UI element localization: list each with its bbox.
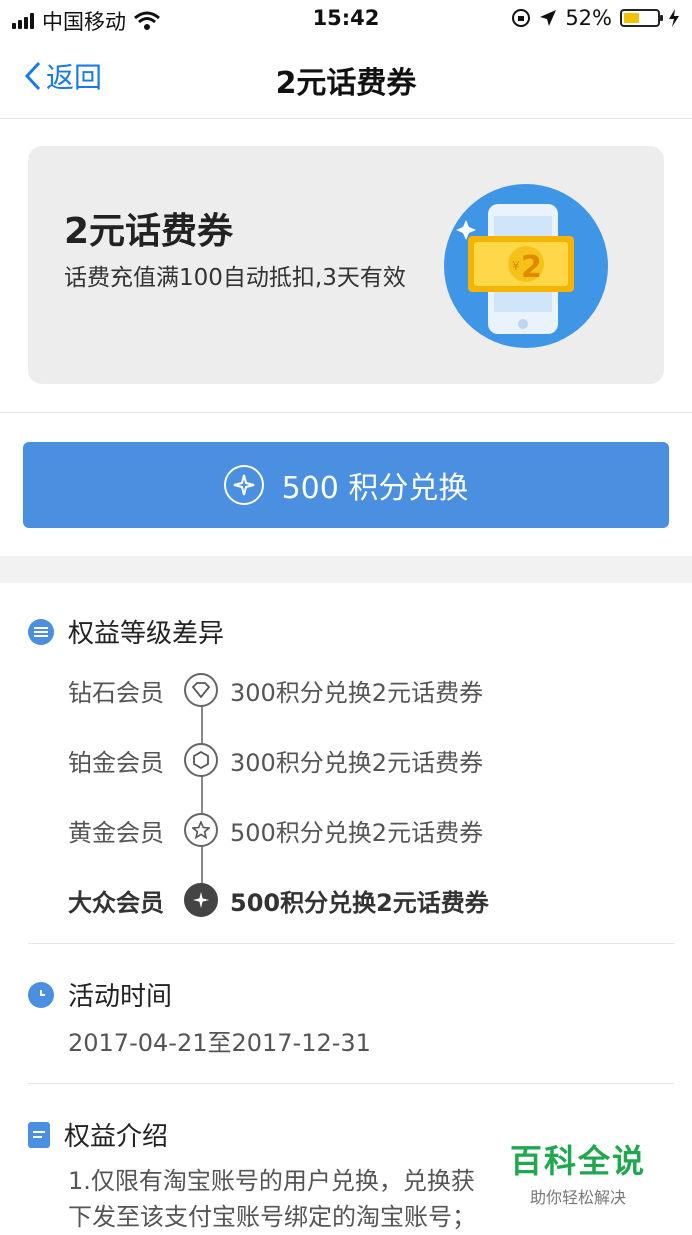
tier-benefit: 300积分兑换2元话费券 xyxy=(230,678,484,707)
tier-name: 钻石会员 xyxy=(68,678,164,707)
battery-icon xyxy=(620,9,663,27)
coupon-title: 2元话费券 xyxy=(64,211,234,252)
hexagon-icon xyxy=(184,743,218,777)
tier-row-gold: 黄金会员 500积分兑换2元话费券 xyxy=(68,800,628,860)
status-bar: 中国移动 15:42 52% xyxy=(0,0,692,38)
status-right: 52% xyxy=(511,6,680,30)
tier-benefit: 500积分兑换2元话费券 xyxy=(230,818,484,847)
tier-name: 大众会员 xyxy=(68,888,164,917)
tiers-header: 权益等级差异 xyxy=(28,613,224,650)
sparkle-icon xyxy=(223,465,264,505)
page-title: 2元话费券 xyxy=(275,66,417,101)
tier-benefit: 300积分兑换2元话费券 xyxy=(230,748,484,777)
diamond-icon xyxy=(184,673,218,707)
sparkle-icon xyxy=(184,883,218,917)
location-icon xyxy=(540,10,557,26)
watermark-tagline: 助你轻松解决 xyxy=(529,1188,626,1207)
redeem-label: 500 积分兑换 xyxy=(281,471,469,506)
art-currency: ¥ xyxy=(512,259,520,273)
divider xyxy=(28,1083,674,1084)
tier-name: 黄金会员 xyxy=(68,818,164,847)
phone-coupon-illustration: ¥ 2 xyxy=(444,184,608,348)
tier-row-diamond: 钻石会员 300积分兑换2元话费券 xyxy=(68,660,628,720)
intro-heading: 权益介绍 xyxy=(64,1122,169,1152)
nav-bar: 返回 2元话费券 xyxy=(0,38,692,119)
section-gap xyxy=(0,556,692,583)
divider xyxy=(0,412,692,413)
coupon-description: 话费充值满100自动抵扣,3天有效 xyxy=(64,265,406,291)
time-header: 活动时间 xyxy=(28,976,172,1013)
time-heading: 活动时间 xyxy=(68,982,173,1012)
clock-icon xyxy=(28,981,54,1008)
tier-benefit: 500积分兑换2元话费券 xyxy=(230,888,489,917)
intro-header: 权益介绍 xyxy=(28,1116,168,1153)
watermark-brand: 百科全说 xyxy=(509,1142,646,1180)
art-value: 2 xyxy=(521,250,542,285)
divider xyxy=(28,943,674,944)
tiers-heading: 权益等级差异 xyxy=(68,619,225,649)
charging-icon xyxy=(669,9,679,27)
star-icon xyxy=(184,813,218,847)
rotation-lock-icon xyxy=(512,9,531,27)
coupon-card: 2元话费券 话费充值满100自动抵扣,3天有效 ¥ 2 xyxy=(28,146,664,384)
document-icon xyxy=(28,1121,50,1148)
tier-row-platinum: 铂金会员 300积分兑换2元话费券 xyxy=(68,730,628,790)
redeem-button[interactable]: 500 积分兑换 xyxy=(23,442,669,528)
list-icon xyxy=(28,618,54,645)
tier-list: 钻石会员 300积分兑换2元话费券 铂金会员 300积分兑换2元话费券 黄金会员… xyxy=(68,660,628,930)
battery-percent: 52% xyxy=(565,6,612,30)
activity-date-range: 2017-04-21至2017-12-31 xyxy=(68,1029,371,1057)
tier-row-standard: 大众会员 500积分兑换2元话费券 xyxy=(68,870,628,930)
tier-connector xyxy=(201,705,203,895)
tier-name: 铂金会员 xyxy=(68,748,164,777)
watermark: 百科全说 助你轻松解决 xyxy=(508,1136,648,1207)
battery-fill xyxy=(624,13,639,23)
